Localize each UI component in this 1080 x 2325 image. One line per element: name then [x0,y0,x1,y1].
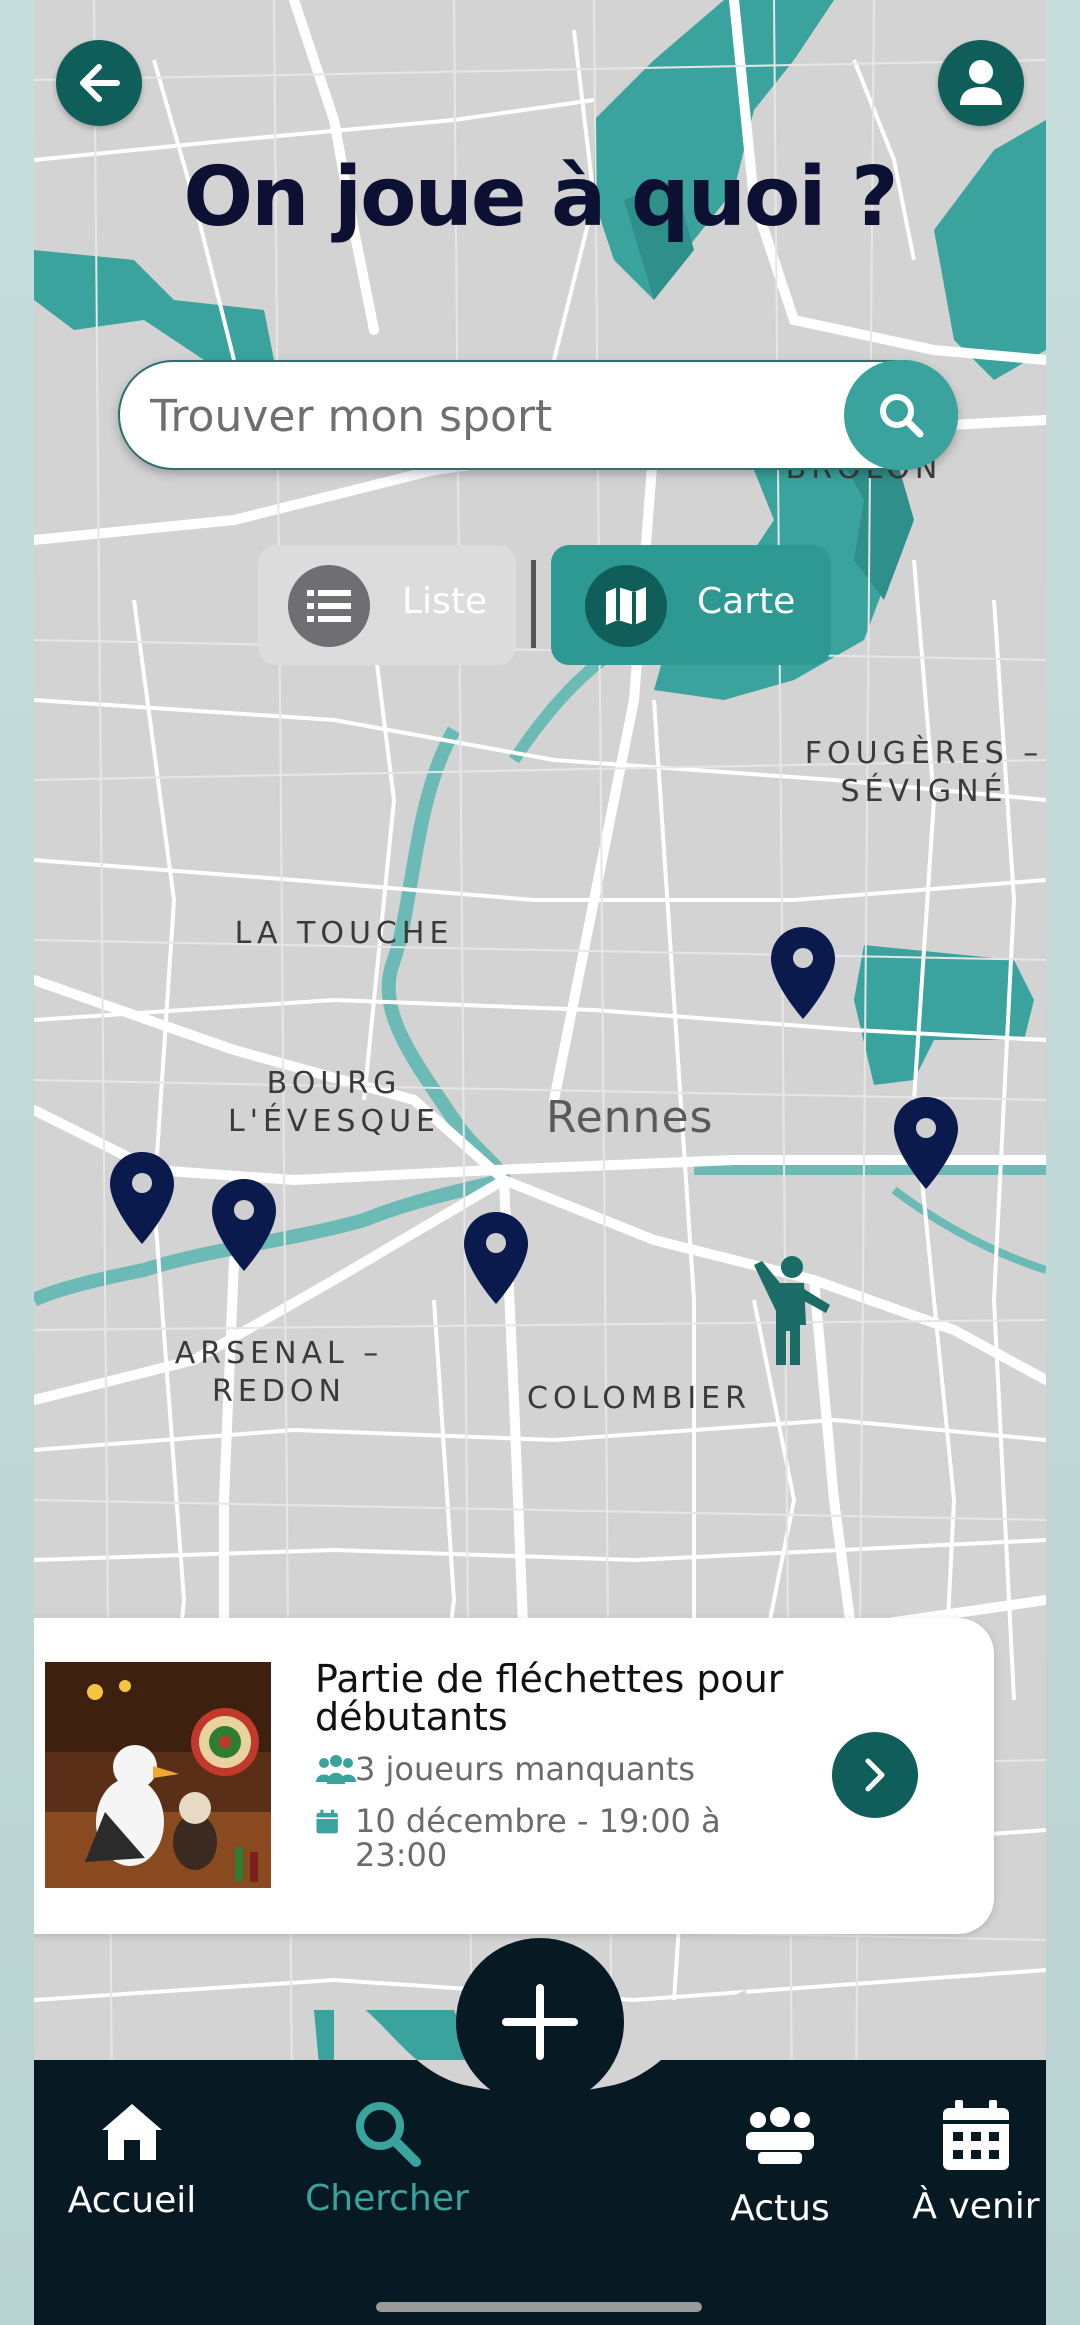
event-date: 10 décembre - 19:00 à 23:00 [315,1804,735,1884]
users-icon [316,1755,356,1784]
nav-label: À venir [912,2186,1040,2227]
page-title: On joue à quoi ? [183,150,898,245]
calendar-icon [316,1809,338,1834]
search-icon [880,394,924,438]
back-button[interactable] [56,40,142,126]
map-pin[interactable] [462,1210,530,1306]
search-input[interactable] [148,362,832,470]
map-pin[interactable] [108,1150,176,1246]
district-label: FOUGÈRES – SÉVIGNÉ [804,736,1044,809]
search-icon [356,2102,421,2167]
home-icon [102,2104,162,2160]
district-label: ARSENAL – REDON [174,1336,384,1409]
event-players: 3 joueurs manquants [315,1752,735,1786]
nav-item-a-venir[interactable]: À venir [896,2100,1046,2227]
event-title: Partie de fléchettes pour débutants [315,1657,784,1739]
district-label: LA TOUCHE [234,916,454,951]
district-label: BOURG L'ÉVESQUE [228,1066,440,1139]
city-label: Rennes [546,1092,714,1143]
home-indicator[interactable] [376,2302,702,2312]
profile-button[interactable] [938,40,1024,126]
nav-item-chercher[interactable]: Chercher [292,2098,482,2219]
tab-label: Liste [402,581,488,622]
app-screen: LA TOUCHE BOURG L'ÉVESQUE ARSENAL – REDO… [34,0,1046,2325]
district-label: COLOMBIER [527,1381,751,1416]
create-event-button[interactable] [456,1938,624,2106]
right-edge [1046,0,1080,2325]
map-pin[interactable] [210,1177,278,1273]
tab-carte[interactable]: Carte [551,545,831,665]
event-image [45,1662,271,1888]
search-bar [118,360,958,470]
event-open-button[interactable] [832,1732,918,1818]
plus-icon [502,1984,578,2060]
toggle-divider [531,560,536,648]
nav-item-actus[interactable]: Actus [700,2106,860,2229]
nav-label: Chercher [305,2178,469,2219]
arrow-left-icon [80,64,120,102]
event-card[interactable]: Partie de fléchettes pour débutants 3 jo… [34,1618,994,1934]
map-pin[interactable] [769,925,837,1021]
date-time-text: 10 décembre - 19:00 à 23:00 [355,1802,721,1874]
nav-item-accueil[interactable]: Accueil [52,2102,212,2221]
search-button[interactable] [844,360,958,470]
list-icon [288,565,370,647]
players-missing-text: 3 joueurs manquants [355,1750,696,1788]
map-icon [585,565,667,647]
nav-label: Accueil [67,2180,197,2221]
map-pin[interactable] [892,1095,960,1191]
calendar-icon [943,2100,1009,2170]
user-icon [960,60,1002,105]
group-icon [746,2107,814,2164]
tab-liste[interactable]: Liste [258,545,516,665]
nav-label: Actus [730,2188,830,2229]
tab-label: Carte [697,581,796,622]
left-edge [0,0,34,2325]
user-location-icon [754,1256,830,1365]
chevron-right-icon [865,1758,885,1792]
